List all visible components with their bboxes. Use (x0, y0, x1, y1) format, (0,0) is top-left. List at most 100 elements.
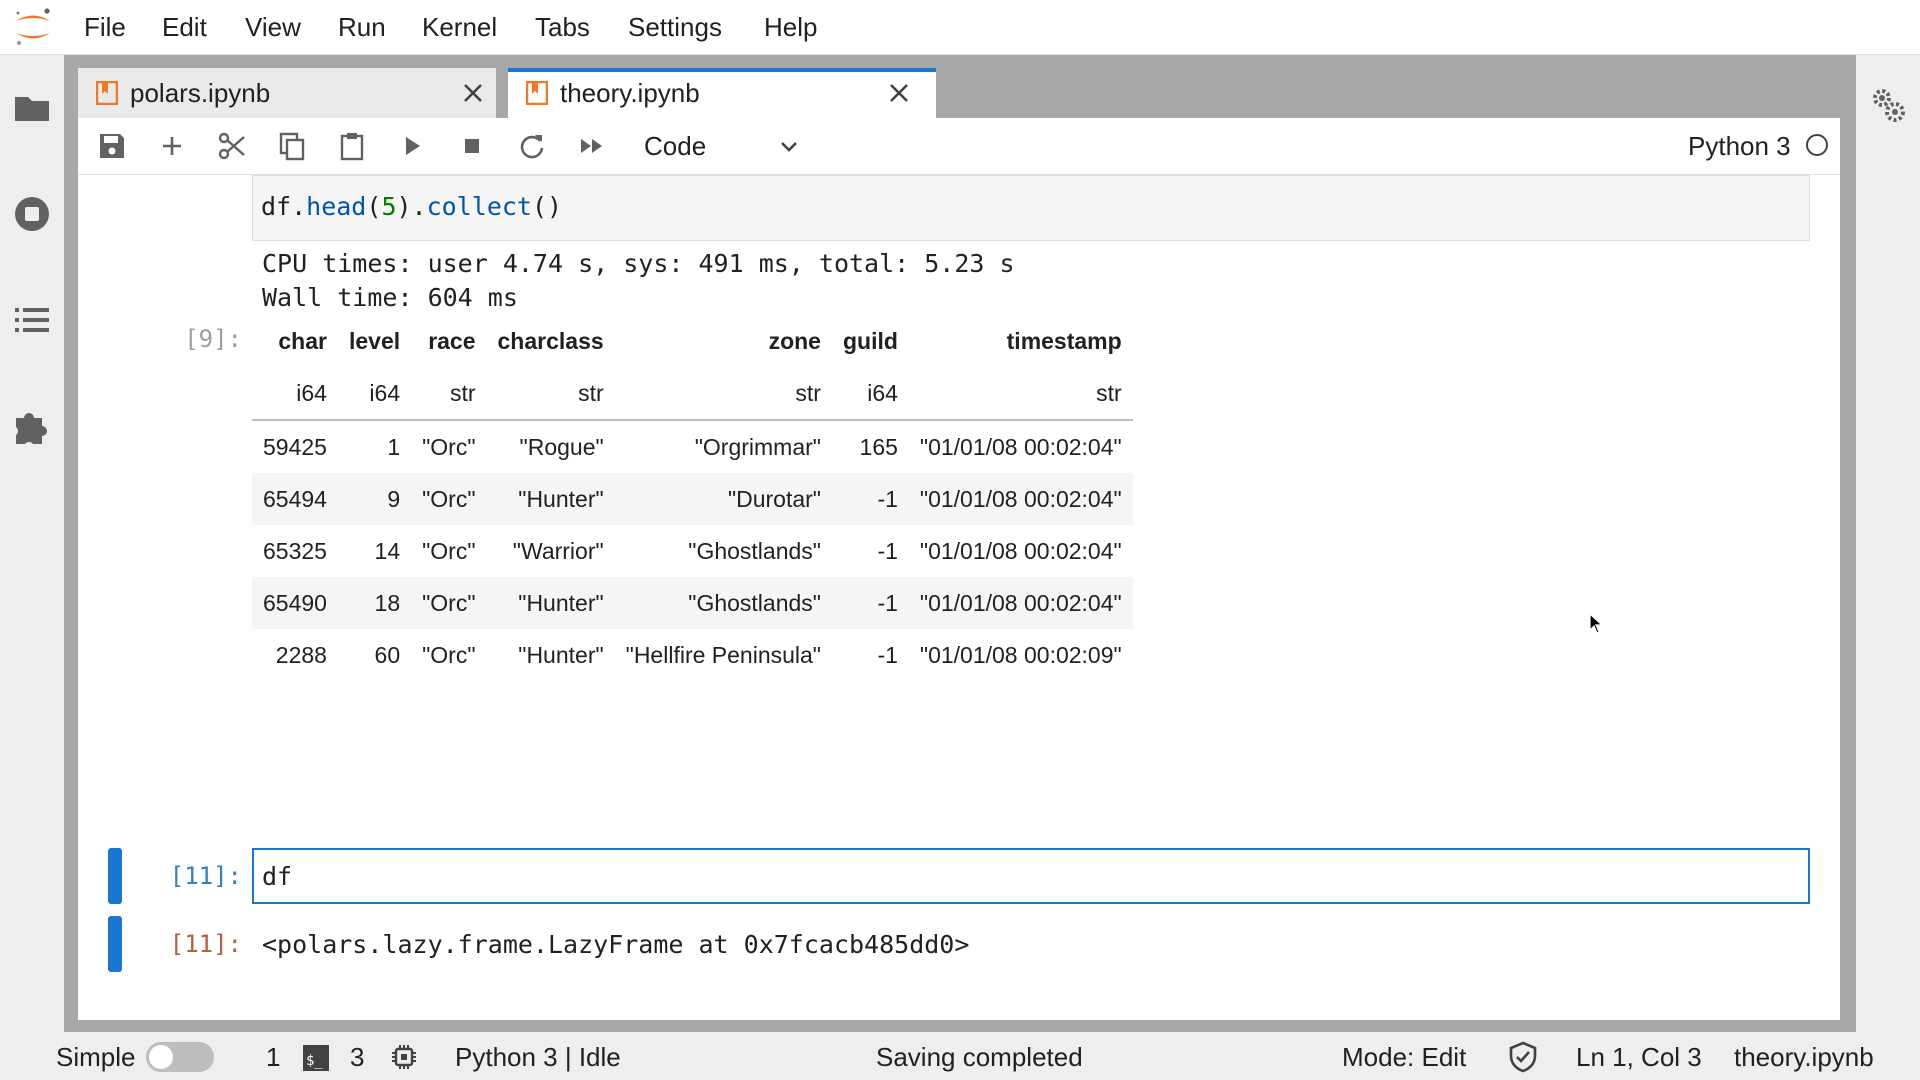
column-dtype: i64 (252, 367, 338, 421)
close-icon[interactable] (460, 80, 486, 106)
table-cell: "Hunter" (486, 473, 615, 525)
notebook-panel: Code Python 3 df.head(5).collect() CPU t… (78, 118, 1840, 1020)
column-dtype: i64 (831, 367, 909, 421)
terminal-count[interactable]: 1 (266, 1041, 280, 1073)
table-row: 65325 14 "Orc" "Warrior" "Ghostlands" -1… (252, 525, 1133, 577)
table-cell: -1 (831, 473, 909, 525)
jupyter-logo-icon (16, 8, 50, 46)
stop-icon[interactable] (456, 130, 488, 162)
column-header: race (428, 327, 476, 354)
table-cell: 165 (859, 433, 898, 460)
menu-tabs[interactable]: Tabs (535, 12, 590, 42)
save-status-message: Saving completed (876, 1042, 1083, 1072)
extension-manager-icon[interactable] (12, 406, 52, 446)
column-dtype: str (486, 367, 615, 421)
table-cell: -1 (831, 577, 909, 629)
code-line: df.head(5).collect() (261, 192, 563, 221)
table-cell: "Orc" (411, 577, 487, 629)
menu-bar: File Edit View Run Kernel Tabs Settings … (0, 0, 1920, 55)
table-row: 2288 60 "Orc" "Hunter" "Hellfire Peninsu… (252, 629, 1133, 681)
svg-text:$_: $_ (306, 1053, 323, 1069)
simple-mode-label: Simple (56, 1042, 136, 1072)
column-header: timestamp (1006, 327, 1122, 354)
close-icon[interactable] (886, 80, 912, 106)
wall-time-output: Wall time: 604 ms (262, 283, 518, 312)
kernel-name[interactable]: Python 3 (1688, 130, 1791, 162)
menu-edit[interactable]: Edit (162, 12, 207, 42)
code-cell-editor[interactable]: df (252, 848, 1810, 904)
terminal-icon[interactable]: $_ (302, 1044, 330, 1072)
save-icon[interactable] (96, 130, 128, 162)
cut-icon[interactable] (216, 130, 248, 162)
table-row: 59425 1 "Orc" "Rogue" "Orgrimmar" 165 "0… (252, 420, 1133, 473)
cursor-position[interactable]: Ln 1, Col 3 (1576, 1041, 1702, 1073)
output-prompt: [11]: (169, 930, 242, 958)
cpu-times-output: CPU times: user 4.74 s, sys: 491 ms, tot… (262, 249, 1015, 278)
table-row: 65494 9 "Orc" "Hunter" "Durotar" -1 "01/… (252, 473, 1133, 525)
running-sessions-icon[interactable] (12, 194, 52, 234)
code-cell-input[interactable]: df.head(5).collect() (252, 175, 1810, 241)
table-of-contents-icon[interactable] (12, 300, 52, 340)
table-cell: 14 (374, 537, 401, 564)
table-cell: "01/01/08 00:02:04" (919, 537, 1122, 564)
paste-icon[interactable] (336, 130, 368, 162)
notebook-cells: df.head(5).collect() CPU times: user 4.7… (78, 175, 1840, 1020)
kernel-count[interactable]: 3 (350, 1041, 364, 1073)
property-inspector-gears-icon[interactable] (1868, 85, 1908, 125)
simple-mode-toggle[interactable] (146, 1042, 214, 1072)
run-all-icon[interactable] (576, 130, 608, 162)
table-cell: "Orc" (411, 473, 487, 525)
table-cell: 2288 (275, 641, 327, 668)
column-header: level (348, 327, 401, 354)
chevron-down-icon[interactable] (776, 134, 802, 160)
menu-file[interactable]: File (84, 12, 126, 42)
folder-icon[interactable] (12, 88, 52, 128)
tab-theory[interactable]: theory.ipynb (508, 68, 936, 118)
table-cell: 1 (387, 433, 401, 460)
toggle-knob (149, 1045, 173, 1069)
notebook-toolbar: Code Python 3 (78, 118, 1840, 175)
run-icon[interactable] (396, 130, 428, 162)
table-cell: 9 (337, 473, 412, 525)
kernel-status-text[interactable]: Python 3 | Idle (455, 1041, 621, 1073)
menu-kernel[interactable]: Kernel (422, 12, 497, 42)
table-cell: "Hellfire Peninsula" (625, 641, 821, 668)
column-header: zone (768, 327, 821, 354)
tab-bar: polars.ipynb theory.ipynb (78, 68, 1838, 118)
menu-run[interactable]: Run (338, 12, 386, 42)
lazyframe-output: <polars.lazy.frame.LazyFrame at 0x7fcacb… (262, 930, 970, 959)
add-cell-icon[interactable] (156, 130, 188, 162)
column-header: char (278, 327, 327, 354)
kernel-chip-icon[interactable] (390, 1043, 418, 1071)
cell-input-collapser[interactable] (108, 848, 122, 904)
edit-mode-indicator: Mode: Edit (1342, 1042, 1467, 1072)
table-cell: "Orgrimmar" (694, 433, 821, 460)
cell-output-collapser[interactable] (108, 916, 122, 972)
menu-settings[interactable]: Settings (628, 12, 722, 42)
restart-icon[interactable] (516, 130, 548, 162)
notebook-icon (526, 81, 548, 105)
dataframe-table: char level race charclass zone guild tim… (252, 315, 1133, 681)
shield-check-icon[interactable] (1508, 1041, 1538, 1073)
tab-polars[interactable]: polars.ipynb (78, 68, 496, 118)
menu-help[interactable]: Help (764, 12, 817, 42)
status-bar: Simple 1 $_ 3 Python 3 | Idle Saving com… (0, 1032, 1920, 1080)
left-sidebar (0, 55, 64, 1032)
table-cell: "Orc" (422, 641, 476, 668)
table-cell: "Rogue" (519, 433, 604, 460)
table-cell: "Hunter" (518, 641, 604, 668)
kernel-idle-indicator-icon (1806, 134, 1828, 156)
tab-label: theory.ipynb (560, 78, 700, 108)
table-cell: "01/01/08 00:02:04" (908, 577, 1133, 629)
menu-view[interactable]: View (245, 12, 301, 42)
copy-icon[interactable] (276, 130, 308, 162)
table-cell: 59425 (263, 433, 327, 460)
table-cell: 65494 (252, 473, 338, 525)
right-sidebar (1856, 55, 1920, 1032)
cell-type-value: Code (644, 131, 707, 161)
table-dtype-row: i64 i64 str str str i64 str (252, 367, 1133, 421)
table-row: 65490 18 "Orc" "Hunter" "Ghostlands" -1 … (252, 577, 1133, 629)
table-cell: "Ghostlands" (614, 577, 832, 629)
column-header: guild (842, 327, 898, 354)
column-header: charclass (497, 327, 604, 354)
